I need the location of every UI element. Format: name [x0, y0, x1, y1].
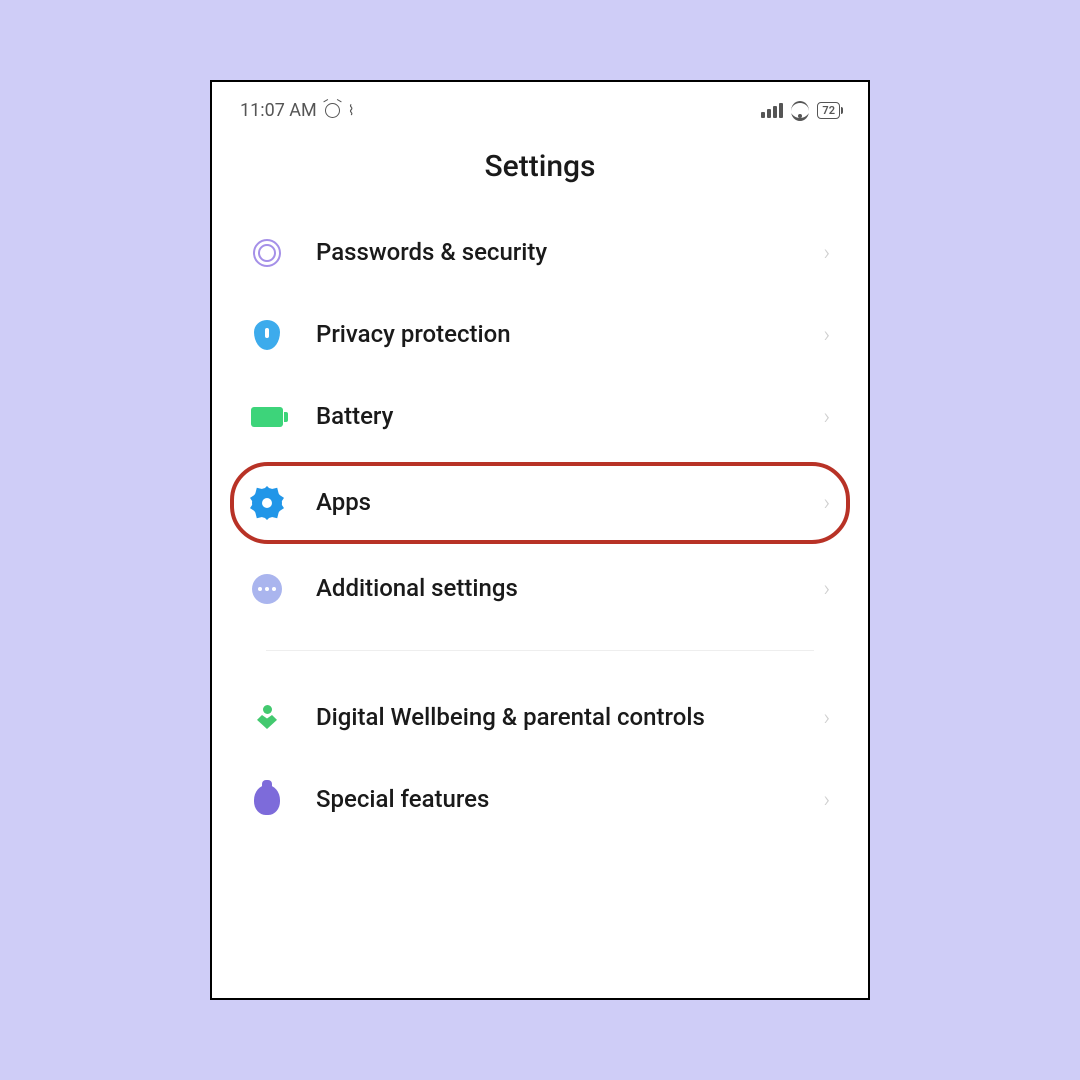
settings-item-privacy-protection[interactable]: Privacy protection ›: [230, 294, 850, 376]
settings-item-special-features[interactable]: Special features ›: [230, 759, 850, 841]
gear-icon: [250, 486, 284, 520]
chevron-right-icon: ›: [823, 405, 830, 430]
settings-item-digital-wellbeing[interactable]: Digital Wellbeing & parental controls ›: [230, 677, 850, 759]
settings-item-label: Additional settings: [316, 573, 791, 604]
phone-screen: 11:07 AM ⌇ 72 Settings Passwords & secur…: [210, 80, 870, 1000]
chevron-right-icon: ›: [823, 323, 830, 348]
settings-item-label: Special features: [316, 784, 791, 815]
chevron-right-icon: ›: [823, 788, 830, 813]
settings-item-battery[interactable]: Battery ›: [230, 376, 850, 458]
section-divider: [266, 650, 814, 651]
settings-list[interactable]: Passwords & security › Privacy protectio…: [212, 212, 868, 841]
heart-icon: [250, 701, 284, 735]
chevron-right-icon: ›: [823, 706, 830, 731]
settings-item-apps[interactable]: Apps ›: [230, 462, 850, 544]
battery-status-icon: 72: [817, 102, 840, 119]
settings-item-label: Passwords & security: [316, 237, 791, 268]
settings-item-label: Battery: [316, 401, 791, 432]
status-bar: 11:07 AM ⌇ 72: [212, 82, 868, 131]
fingerprint-icon: [250, 236, 284, 270]
status-bar-right: 72: [761, 102, 840, 119]
bag-icon: [250, 783, 284, 817]
chevron-right-icon: ›: [823, 577, 830, 602]
page-title: Settings: [212, 149, 868, 184]
chevron-right-icon: ›: [823, 241, 830, 266]
wifi-icon: [791, 104, 809, 118]
battery-icon: [250, 400, 284, 434]
signal-icon: [761, 103, 783, 118]
chevron-right-icon: ›: [823, 491, 830, 516]
status-time: 11:07 AM: [240, 100, 317, 121]
status-bar-left: 11:07 AM ⌇: [240, 100, 353, 121]
voicemail-icon: ⌇: [348, 103, 353, 119]
alarm-icon: [325, 103, 340, 118]
settings-item-label: Apps: [316, 487, 791, 518]
shield-icon: [250, 318, 284, 352]
battery-level: 72: [822, 104, 835, 117]
settings-item-label: Digital Wellbeing & parental controls: [316, 702, 791, 733]
settings-item-passwords-security[interactable]: Passwords & security ›: [230, 212, 850, 294]
dots-icon: [250, 572, 284, 606]
settings-item-label: Privacy protection: [316, 319, 791, 350]
settings-item-additional-settings[interactable]: Additional settings ›: [230, 548, 850, 630]
